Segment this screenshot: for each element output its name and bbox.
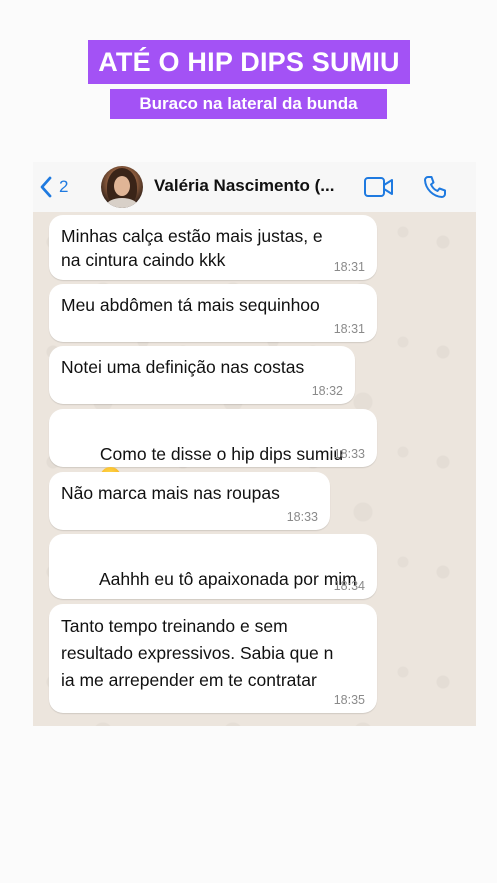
message-text: Notei uma definição nas costas — [61, 357, 305, 377]
message-text: Minhas calça estão mais justas, e na cin… — [61, 226, 323, 270]
message-text: Não marca mais nas roupas — [61, 483, 280, 503]
message-text: Tanto tempo treinando e sem resultado ex… — [61, 616, 334, 690]
message-text: Meu abdômen tá mais sequinhoo — [61, 295, 320, 315]
message-time: 18:31 — [333, 260, 365, 274]
message-time: 18:34 — [333, 579, 365, 593]
message-time: 18:35 — [333, 693, 365, 707]
contact-name[interactable]: Valéria Nascimento (... — [154, 176, 354, 196]
message-time: 18:33 — [333, 447, 365, 461]
avatar[interactable] — [101, 166, 143, 208]
phone-icon — [424, 176, 446, 198]
message-bubble[interactable]: Não marca mais nas roupas 18:33 — [49, 472, 330, 530]
chat-header: 2 Valéria Nascimento (... — [33, 162, 476, 212]
message-time: 18:33 — [286, 510, 318, 524]
message-bubble[interactable]: Notei uma definição nas costas 18:32 — [49, 346, 355, 404]
message-time: 18:31 — [333, 322, 365, 336]
message-time: 18:32 — [311, 384, 343, 398]
message-bubble[interactable]: Minhas calça estão mais justas, e na cin… — [49, 215, 377, 280]
voice-call-button[interactable] — [422, 174, 448, 205]
message-bubble[interactable]: Tanto tempo treinando e sem resultado ex… — [49, 604, 377, 713]
chat-conversation: Minhas calça estão mais justas, e na cin… — [33, 212, 476, 726]
subheadline-banner: Buraco na lateral da bunda — [110, 89, 387, 119]
page: ATÉ O HIP DIPS SUMIU Buraco na lateral d… — [0, 0, 497, 883]
message-text: Aahhh eu tô apaixonada por mim — [98, 569, 357, 589]
back-button[interactable]: 2 — [39, 174, 68, 200]
message-bubble[interactable]: Como te disse o hip dips sumiu 18:33 — [49, 409, 377, 488]
headline-banner: ATÉ O HIP DIPS SUMIU — [88, 40, 410, 84]
message-bubble[interactable]: Meu abdômen tá mais sequinhoo 18:31 — [49, 284, 377, 342]
unread-count: 2 — [59, 177, 69, 196]
video-call-button[interactable] — [363, 175, 395, 204]
message-bubble[interactable]: Aahhh eu tô apaixonada por mim 18:34 — [49, 534, 377, 637]
video-camera-icon — [364, 177, 393, 197]
message-text: Como te disse o hip dips sumiu — [99, 444, 344, 464]
chevron-left-icon — [40, 176, 52, 198]
